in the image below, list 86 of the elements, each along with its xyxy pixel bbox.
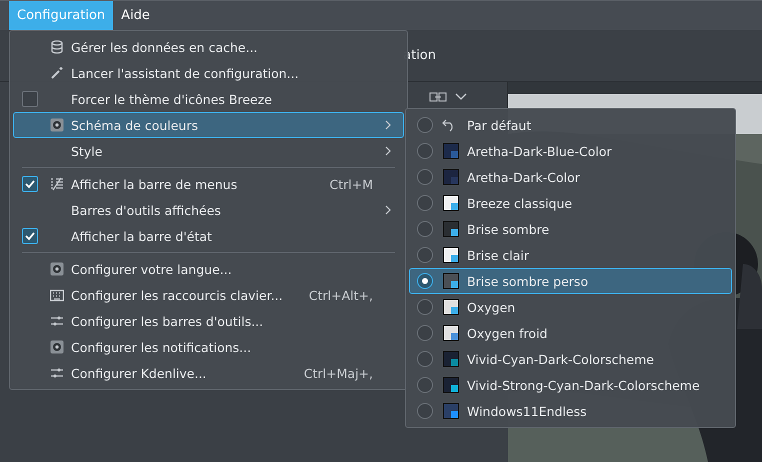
menu-item[interactable]: Gérer les données en cache... [13,34,404,60]
radio-button[interactable] [417,377,433,393]
menu-item-label: Brise sombre [467,222,550,236]
menu-item[interactable]: Brise clair [409,242,732,268]
list-icon [50,177,64,191]
radio-button[interactable] [417,299,433,315]
menu-item-label: Aretha-Dark-Blue-Color [467,144,612,158]
menu-item-label: Gérer les données en cache... [71,40,259,54]
menu-item-label: Barres d'outils affichées [71,202,222,218]
sliders-icon [50,314,64,328]
menu-item-label: Brise sombre perso [467,274,588,288]
menu-item-label: Configurer votre langue... [71,262,233,276]
menu-item[interactable]: Windows11Endless [409,398,732,424]
menu-item-label: Configurer les notifications... [71,340,252,354]
check-icon [24,178,36,190]
checkbox[interactable] [22,228,38,244]
radio-button[interactable] [417,247,433,263]
menu-item-label: Oxygen froid [467,326,548,340]
app-icon [50,340,64,354]
menu-item[interactable]: Vivid-Strong-Cyan-Dark-Colorscheme [409,372,732,398]
checkbox[interactable] [22,91,38,107]
menu-item-label: Configurer Kdenlive... [71,366,208,380]
chevron-right-icon [384,145,392,157]
menu-item[interactable]: Afficher la barre de menus Ctrl+M [13,171,404,197]
radio-button[interactable] [417,273,433,289]
menu-item-label: Forcer le thème d'icônes Breeze [71,92,273,106]
menu-item[interactable]: Schéma de couleurs [13,112,404,138]
menu-item-label: Par défaut [467,118,532,132]
menu-item[interactable]: Configurer les barres d'outils... [13,308,404,334]
sliders-icon [50,366,64,380]
menu-item[interactable]: Breeze classique [409,190,732,216]
database-icon [50,40,64,54]
radio-button[interactable] [417,221,433,237]
menu-item[interactable]: Configurer votre langue... [13,256,404,282]
toolbar-label[interactable]: ation [403,48,436,63]
radio-button[interactable] [417,169,433,185]
menu-item-label: Lancer l'assistant de configuration... [71,66,300,80]
checkbox[interactable] [22,176,38,192]
menu-item-label: Oxygen [467,300,516,314]
shortcut-label: Ctrl+Alt+, [308,288,373,302]
menu-item[interactable]: Vivid-Cyan-Dark-Colorscheme [409,346,732,372]
chevron-right-icon [384,204,392,216]
menu-item-label: Brise clair [467,248,529,262]
menu-item-label: Vivid-Strong-Cyan-Dark-Colorscheme [467,378,700,392]
menu-item[interactable]: Oxygen [409,294,732,320]
menu-item[interactable]: Aretha-Dark-Blue-Color [409,138,732,164]
radio-button[interactable] [417,351,433,367]
menu-item[interactable]: Afficher la barre d'état [13,223,404,249]
wand-icon [50,66,64,80]
menu-item-label: Configurer les raccourcis clavier... [71,288,284,302]
menu-item[interactable]: Brise sombre [409,216,732,242]
menu-item-label: Windows11Endless [467,404,587,418]
check-icon [24,230,36,242]
shortcut-label: Ctrl+Maj+, [302,366,373,380]
chevron-down-icon[interactable] [455,93,467,101]
menu-item-label: Breeze classique [467,196,572,210]
radio-button[interactable] [417,325,433,341]
menu-item[interactable]: Configurer les notifications... [13,334,404,360]
menu-title[interactable]: Aide [113,1,158,30]
shortcut-label: Ctrl+M [328,176,373,192]
menu-item-label: Afficher la barre de menus [71,176,238,192]
menu-item[interactable]: Configurer les raccourcis clavier... Ctrl+Alt+, [13,282,404,308]
radio-button[interactable] [417,117,433,133]
radio-button[interactable] [417,195,433,211]
menu-item-label: Afficher la barre d'état [71,228,213,244]
radio-button[interactable] [417,403,433,419]
app-icon [50,118,64,132]
menu-item-label: Aretha-Dark-Color [467,170,580,184]
app-icon [50,262,64,276]
menu-item[interactable]: Aretha-Dark-Color [409,164,732,190]
menu-item[interactable]: Oxygen froid [409,320,732,346]
menu-item-label: Configurer les barres d'outils... [71,314,264,328]
menu-item[interactable]: Forcer le thème d'icônes Breeze [13,86,404,112]
menu-item[interactable]: Par défaut [409,112,732,138]
menu-item[interactable]: Configurer Kdenlive... Ctrl+Maj+, [13,360,404,386]
menu-item[interactable]: Style [13,138,404,164]
menu-item-label: Schéma de couleurs [71,118,200,132]
menu-item-label: Vivid-Cyan-Dark-Colorscheme [467,352,654,366]
menu-item[interactable]: Brise sombre perso [409,268,732,294]
menu-item[interactable]: Barres d'outils affichées [13,197,404,223]
chevron-right-icon [384,119,392,131]
link-icon[interactable] [429,92,447,102]
keyboard-icon [50,288,64,302]
radio-button[interactable] [417,143,433,159]
menu-item-label: Style [71,144,104,158]
menu-item[interactable]: Lancer l'assistant de configuration... [13,60,404,86]
